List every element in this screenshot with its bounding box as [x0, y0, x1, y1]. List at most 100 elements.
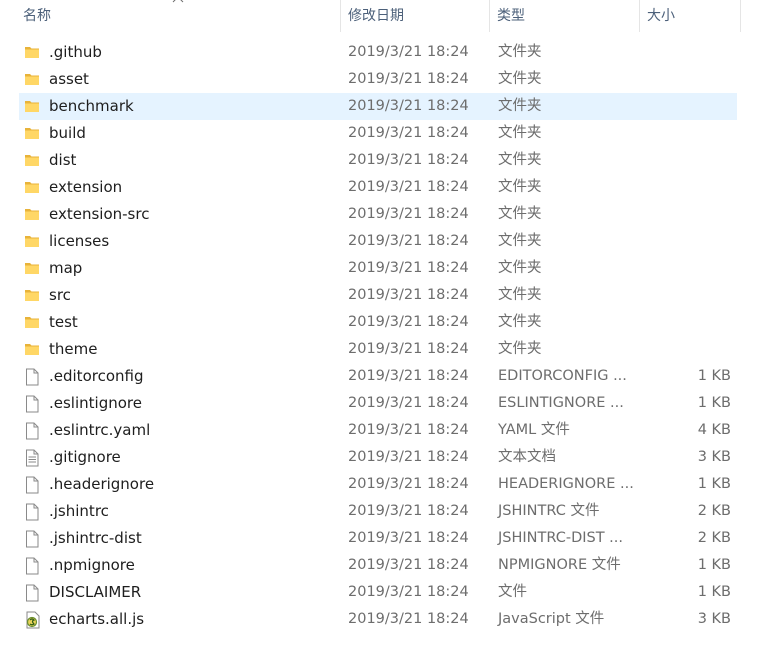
file-row[interactable]: .gitignore 2019/3/21 18:24 文本文档 3 KB [0, 444, 758, 471]
file-type: ESLINTIGNORE ... [498, 395, 624, 411]
folder-icon [24, 255, 42, 282]
file-type: 文件夹 [498, 98, 542, 114]
file-row[interactable]: extension-src 2019/3/21 18:24 文件夹 [0, 201, 758, 228]
file-name: src [49, 286, 71, 304]
file-type: 文件夹 [498, 206, 542, 222]
folder-icon [24, 201, 42, 228]
file-row[interactable]: map 2019/3/21 18:24 文件夹 [0, 255, 758, 282]
file-type: 文件夹 [498, 260, 542, 276]
file-row[interactable]: src 2019/3/21 18:24 文件夹 [0, 282, 758, 309]
file-type: 文本文档 [498, 449, 556, 465]
file-icon [24, 417, 42, 444]
column-header-date[interactable]: 修改日期 [342, 0, 490, 32]
file-name: .jshintrc [49, 502, 109, 520]
file-row[interactable]: .eslintignore 2019/3/21 18:24 ESLINTIGNORE… [0, 390, 758, 417]
file-row[interactable]: licenses 2019/3/21 18:24 文件夹 [0, 228, 758, 255]
folder-icon [24, 120, 42, 147]
file-type: 文件夹 [498, 152, 542, 168]
file-type: 文件夹 [498, 44, 542, 60]
column-header-name[interactable]: 名称 [17, 0, 341, 32]
file-date-modified: 2019/3/21 18:24 [348, 395, 469, 411]
file-type: 文件夹 [498, 341, 542, 357]
column-header-date-label: 修改日期 [348, 8, 404, 24]
file-name: extension-src [49, 205, 150, 223]
folder-icon [24, 147, 42, 174]
file-row[interactable]: .jshintrc-dist 2019/3/21 18:24 JSHINTRC-DI… [0, 525, 758, 552]
file-size: 4 KB [697, 422, 731, 438]
file-name: extension [49, 178, 123, 196]
file-date-modified: 2019/3/21 18:24 [348, 584, 469, 600]
file-date-modified: 2019/3/21 18:24 [348, 422, 469, 438]
file-type: HEADERIGNORE ... [498, 476, 634, 492]
file-row[interactable]: .headerignore 2019/3/21 18:24 HEADERIGNORE… [0, 471, 758, 498]
file-type: 文件夹 [498, 314, 542, 330]
file-type: JSHINTRC 文件 [498, 503, 600, 519]
file-type: NPMIGNORE 文件 [498, 557, 621, 573]
file-row[interactable]: dist 2019/3/21 18:24 文件夹 [0, 147, 758, 174]
file-size: 1 KB [697, 557, 731, 573]
file-row[interactable]: DISCLAIMER 2019/3/21 18:24 文件 1 KB [0, 579, 758, 606]
file-size: 2 KB [697, 530, 731, 546]
file-row[interactable]: build 2019/3/21 18:24 文件夹 [0, 120, 758, 147]
file-name: .npmignore [49, 556, 135, 574]
file-row[interactable]: theme 2019/3/21 18:24 文件夹 [0, 336, 758, 363]
folder-icon [24, 39, 42, 66]
file-date-modified: 2019/3/21 18:24 [348, 611, 469, 627]
file-row[interactable]: echarts.all.js 2019/3/21 18:24 JavaScript … [0, 606, 758, 633]
file-date-modified: 2019/3/21 18:24 [348, 341, 469, 357]
file-name: .jshintrc-dist [49, 529, 142, 547]
file-size: 1 KB [697, 584, 731, 600]
file-date-modified: 2019/3/21 18:24 [348, 71, 469, 87]
file-row[interactable]: .editorconfig 2019/3/21 18:24 EDITORCONFIG… [0, 363, 758, 390]
file-type: JavaScript 文件 [498, 611, 605, 627]
file-name: echarts.all.js [49, 610, 145, 628]
file-row[interactable]: .npmignore 2019/3/21 18:24 NPMIGNORE 文件 1 K… [0, 552, 758, 579]
file-size: 1 KB [697, 395, 731, 411]
file-size: 3 KB [697, 611, 731, 627]
file-name: map [49, 259, 83, 277]
file-icon [24, 552, 42, 579]
file-name: .gitignore [49, 448, 121, 466]
file-date-modified: 2019/3/21 18:24 [348, 125, 469, 141]
file-name: licenses [49, 232, 110, 250]
file-row[interactable]: benchmark 2019/3/21 18:24 文件夹 [0, 93, 758, 120]
folder-icon [24, 282, 42, 309]
file-type: 文件夹 [498, 287, 542, 303]
file-date-modified: 2019/3/21 18:24 [348, 260, 469, 276]
file-type: 文件夹 [498, 179, 542, 195]
file-date-modified: 2019/3/21 18:24 [348, 449, 469, 465]
file-icon [24, 363, 42, 390]
column-header-size[interactable]: 大小 [641, 0, 741, 32]
column-header-name-label: 名称 [23, 8, 51, 24]
file-name: .editorconfig [49, 367, 144, 385]
file-date-modified: 2019/3/21 18:24 [348, 314, 469, 330]
column-header-type[interactable]: 类型 [491, 0, 640, 32]
folder-icon [24, 174, 42, 201]
folder-icon [24, 93, 42, 120]
file-size: 2 KB [697, 503, 731, 519]
file-list: .github 2019/3/21 18:24 文件夹 asset 2019/3/21 … [0, 39, 758, 633]
file-date-modified: 2019/3/21 18:24 [348, 179, 469, 195]
file-icon [24, 471, 42, 498]
file-date-modified: 2019/3/21 18:24 [348, 503, 469, 519]
column-header-type-label: 类型 [497, 8, 525, 24]
file-date-modified: 2019/3/21 18:24 [348, 476, 469, 492]
file-type: 文件夹 [498, 233, 542, 249]
file-name: DISCLAIMER [49, 583, 142, 601]
file-name: asset [49, 70, 89, 88]
file-row[interactable]: extension 2019/3/21 18:24 文件夹 [0, 174, 758, 201]
file-row[interactable]: .jshintrc 2019/3/21 18:24 JSHINTRC 文件 2 KB [0, 498, 758, 525]
file-size: 1 KB [697, 476, 731, 492]
file-row[interactable]: asset 2019/3/21 18:24 文件夹 [0, 66, 758, 93]
file-size: 1 KB [697, 368, 731, 384]
file-row[interactable]: .eslintrc.yaml 2019/3/21 18:24 YAML 文件 4 KB [0, 417, 758, 444]
column-header-bar: 名称 修改日期 类型 大小 [0, 0, 758, 32]
file-name: theme [49, 340, 98, 358]
file-size: 3 KB [697, 449, 731, 465]
file-name: .headerignore [49, 475, 155, 493]
folder-icon [24, 228, 42, 255]
file-date-modified: 2019/3/21 18:24 [348, 368, 469, 384]
file-row[interactable]: test 2019/3/21 18:24 文件夹 [0, 309, 758, 336]
file-row[interactable]: .github 2019/3/21 18:24 文件夹 [0, 39, 758, 66]
file-icon [24, 525, 42, 552]
